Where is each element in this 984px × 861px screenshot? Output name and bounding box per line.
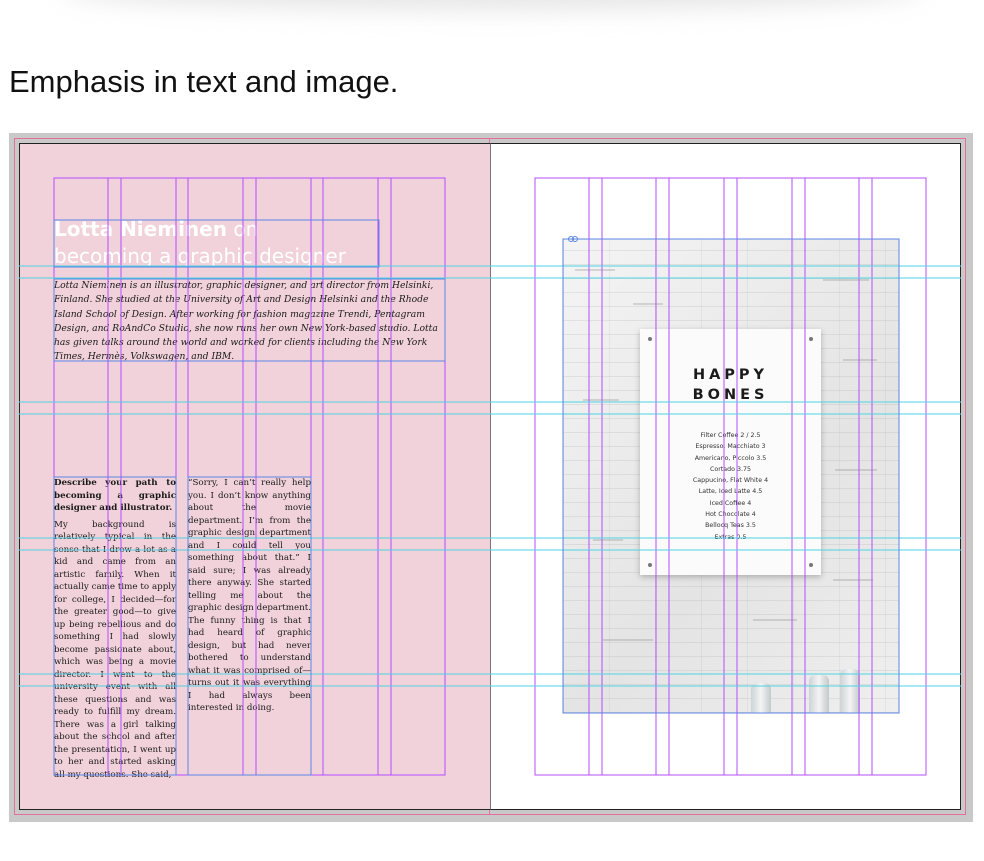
pin-icon — [809, 337, 813, 341]
title-line2: becoming a graphic designer — [54, 244, 346, 268]
menu-list: Filter Coffee 2 / 2.5 Espresso, Macchiat… — [640, 430, 821, 543]
menu-item: Cortado 3.75 — [709, 465, 752, 473]
menu-item: Espresso, Macchiato 3 — [695, 443, 766, 451]
menu-item: Iced Coffee 4 — [709, 499, 752, 507]
menu-sign: HAPPY BONES Filter Coffee 2 / 2.5 Espres… — [640, 329, 821, 575]
bottle — [809, 675, 829, 713]
article-title[interactable]: Lotta Nieminen on becoming a graphic des… — [54, 216, 384, 270]
title-on: on — [226, 217, 259, 241]
bottle — [751, 683, 771, 713]
menu-item: Cappucino, Flat White 4 — [692, 477, 769, 485]
intro-paragraph[interactable]: Lotta Nieminen is an illustrator, graphi… — [54, 279, 440, 365]
answer-column-1: My background is relatively typical in t… — [54, 519, 176, 780]
brick-mark — [753, 619, 797, 621]
pin-icon — [648, 563, 652, 567]
menu-item: Bellocq Teas 3.5 — [705, 522, 756, 530]
menu-item: Filter Coffee 2 / 2.5 — [700, 432, 761, 439]
sign-title-1: HAPPY — [692, 367, 769, 383]
brick-mark — [593, 539, 623, 541]
menu-item: Hot Chocolate 4 — [705, 511, 756, 519]
menu-item: Extras 0.5 — [714, 533, 747, 541]
answer-column-2: “Sorry, I can’t really help you. I don’t… — [188, 478, 311, 713]
sign-title-2: BONES — [692, 387, 769, 403]
question-text: Describe your path to becoming a graphic… — [54, 478, 176, 513]
text-column-1[interactable]: Describe your path to becoming a graphic… — [54, 477, 176, 781]
brick-mark — [835, 469, 877, 471]
cafe-photo[interactable]: HAPPY BONES Filter Coffee 2 / 2.5 Espres… — [563, 239, 899, 713]
brick-mark — [583, 399, 619, 401]
brick-mark — [823, 279, 869, 281]
menu-item: Latte, Iced Latte 4.5 — [698, 488, 763, 496]
bottle — [840, 669, 860, 713]
brick-mark — [833, 579, 873, 581]
pin-icon — [809, 563, 813, 567]
brick-mark — [603, 639, 653, 641]
brick-mark — [843, 359, 877, 361]
menu-item: Americano, Piccolo 3.5 — [694, 454, 767, 462]
brick-mark — [633, 303, 663, 305]
text-column-2[interactable]: “Sorry, I can’t really help you. I don’t… — [188, 477, 311, 715]
top-shadow — [60, 0, 924, 10]
title-name: Lotta Nieminen — [54, 217, 227, 241]
pin-icon — [648, 337, 652, 341]
brick-mark — [575, 269, 615, 271]
page-heading: Emphasis in text and image. — [9, 64, 399, 99]
